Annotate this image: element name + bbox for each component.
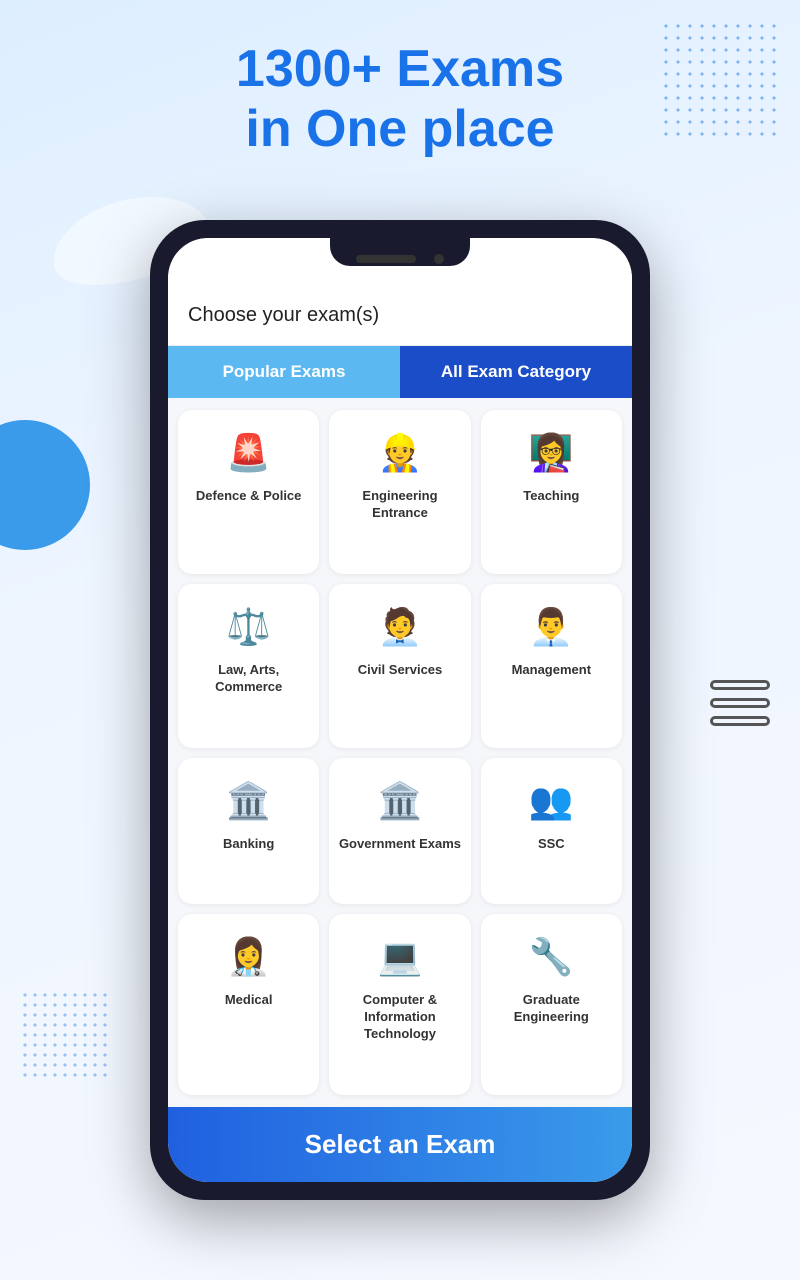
engineering-entrance-icon: 👷: [373, 426, 427, 480]
category-card-management[interactable]: 👨‍💼 Management: [481, 584, 622, 748]
category-card-banking[interactable]: 🏛️ Banking: [178, 758, 319, 905]
computer-it-label: Computer & Information Technology: [337, 992, 462, 1043]
defence-police-label: Defence & Police: [196, 488, 302, 505]
categories-grid: 🚨 Defence & Police 👷 Engineering Entrance 👩‍…: [168, 398, 632, 1107]
ssc-icon: 👥: [524, 774, 578, 828]
engineering-entrance-label: Engineering Entrance: [337, 488, 462, 522]
category-card-defence-police[interactable]: 🚨 Defence & Police: [178, 410, 319, 574]
management-label: Management: [512, 662, 591, 679]
main-heading: 1300+ Exams in One place: [0, 40, 800, 160]
speaker: [356, 255, 416, 263]
notch-area: [168, 238, 632, 290]
teaching-label: Teaching: [523, 488, 579, 505]
choose-header: Choose your exam(s): [168, 290, 632, 346]
teaching-icon: 👩‍🏫: [524, 426, 578, 480]
banking-icon: 🏛️: [222, 774, 276, 828]
category-card-medical[interactable]: 👩‍⚕️ Medical: [178, 914, 319, 1095]
medical-label: Medical: [225, 992, 273, 1009]
camera: [434, 254, 444, 264]
notch: [330, 238, 470, 266]
heading-line1: 1300+ Exams: [236, 40, 564, 98]
category-card-ssc[interactable]: 👥 SSC: [481, 758, 622, 905]
phone-screen: Choose your exam(s) Popular Exams All Ex…: [168, 238, 632, 1182]
category-card-teaching[interactable]: 👩‍🏫 Teaching: [481, 410, 622, 574]
law-arts-commerce-label: Law, Arts, Commerce: [186, 662, 311, 696]
category-card-engineering-entrance[interactable]: 👷 Engineering Entrance: [329, 410, 470, 574]
banking-label: Banking: [223, 836, 274, 853]
phone-frame: Choose your exam(s) Popular Exams All Ex…: [150, 220, 650, 1200]
heading-line2: in One place: [245, 100, 554, 158]
government-exams-label: Government Exams: [339, 836, 461, 853]
computer-it-icon: 💻: [373, 930, 427, 984]
government-exams-icon: 🏛️: [373, 774, 427, 828]
category-card-computer-it[interactable]: 💻 Computer & Information Technology: [329, 914, 470, 1095]
civil-services-label: Civil Services: [358, 662, 443, 679]
category-card-civil-services[interactable]: 🧑‍💼 Civil Services: [329, 584, 470, 748]
dots-decoration-bottom-left: [20, 990, 110, 1080]
choose-label: Choose your exam(s): [188, 304, 612, 327]
category-card-government-exams[interactable]: 🏛️ Government Exams: [329, 758, 470, 905]
defence-police-icon: 🚨: [222, 426, 276, 480]
tabs-row: Popular Exams All Exam Category: [168, 346, 632, 398]
tab-popular-exams[interactable]: Popular Exams: [168, 346, 400, 398]
select-exam-button[interactable]: Select an Exam: [168, 1107, 632, 1182]
management-icon: 👨‍💼: [524, 600, 578, 654]
tab-all-exam-category[interactable]: All Exam Category: [400, 346, 632, 398]
circle-decoration-left: [0, 420, 90, 550]
category-card-graduate-engineering[interactable]: 🔧 Graduate Engineering: [481, 914, 622, 1095]
lines-decoration-right: [710, 680, 770, 726]
category-card-law-arts-commerce[interactable]: ⚖️ Law, Arts, Commerce: [178, 584, 319, 748]
graduate-engineering-label: Graduate Engineering: [489, 992, 614, 1026]
law-arts-commerce-icon: ⚖️: [222, 600, 276, 654]
medical-icon: 👩‍⚕️: [222, 930, 276, 984]
graduate-engineering-icon: 🔧: [524, 930, 578, 984]
civil-services-icon: 🧑‍💼: [373, 600, 427, 654]
ssc-label: SSC: [538, 836, 565, 853]
